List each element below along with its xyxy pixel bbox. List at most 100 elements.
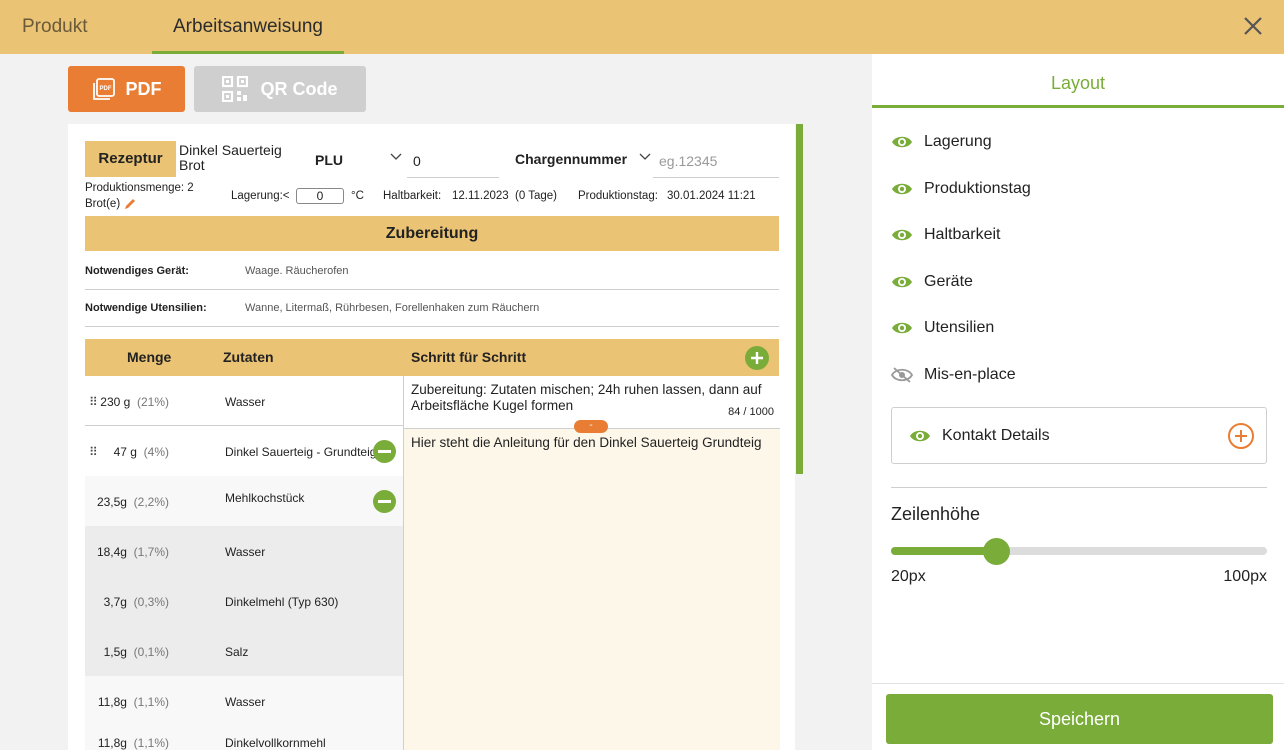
plu-label[interactable]: PLU bbox=[315, 152, 343, 168]
layout-option-kontakt-details[interactable]: Kontakt Details bbox=[909, 424, 1050, 448]
remove-ingredient-minus-icon[interactable] bbox=[373, 490, 396, 513]
contact-details-label: Kontakt Details bbox=[942, 427, 1050, 444]
layout-panel: Layout Lagerung Produktionstag Haltbarke… bbox=[872, 54, 1284, 750]
ingredient-row[interactable]: 18,4g (1,7%) Wasser bbox=[85, 526, 403, 576]
ingredient-pct: (1,1%) bbox=[133, 736, 169, 750]
schritt-header: Schritt für Schritt bbox=[411, 349, 527, 365]
ingredient-qty: 230 g bbox=[100, 395, 131, 409]
ingredient-qty: 1,5g bbox=[103, 645, 127, 659]
layout-option-label: Haltbarkeit bbox=[924, 226, 1001, 243]
eye-icon[interactable] bbox=[891, 181, 913, 197]
haltbarkeit-days: (0 Tage) bbox=[515, 190, 557, 202]
ingredient-row[interactable]: 11,8g (1,1%) Wasser bbox=[85, 676, 403, 726]
charge-underline bbox=[653, 177, 779, 178]
drag-handle-icon[interactable]: ⠿ bbox=[89, 395, 98, 409]
ingredient-qty: 11,8g bbox=[97, 695, 127, 709]
top-tab-bar: Produkt Pass Arbeitsanweisung bbox=[0, 0, 1284, 91]
eye-off-icon[interactable] bbox=[891, 367, 913, 383]
plu-value[interactable]: 0 bbox=[413, 153, 421, 169]
ingredient-row[interactable]: 11,8g (1,1%) Dinkelvollkornmehl bbox=[85, 726, 403, 750]
ingredients-list: ⠿ 230 g (21%) Wasser ⠿ 47 g (4%) Dinkel … bbox=[85, 376, 403, 750]
layout-option-mis-en-place[interactable]: Mis-en-place bbox=[891, 363, 1016, 387]
contact-details-box: Kontakt Details bbox=[891, 407, 1267, 464]
slider-handle[interactable] bbox=[982, 538, 1010, 565]
step-text[interactable]: Zubereitung: Zutaten mischen; 24h ruhen … bbox=[411, 382, 776, 414]
lagerung-input[interactable]: 0 bbox=[296, 188, 344, 204]
pdf-button[interactable]: PDF PDF bbox=[68, 66, 185, 112]
geraet-label: Notwendiges Gerät: bbox=[85, 265, 189, 277]
add-circle-icon[interactable] bbox=[1227, 422, 1255, 450]
ingredient-row[interactable]: ⠿ 230 g (21%) Wasser bbox=[85, 376, 403, 426]
step-char-count: 84 / 1000 bbox=[728, 406, 774, 418]
eye-icon[interactable] bbox=[891, 134, 913, 150]
chargennummer-label[interactable]: Chargennummer bbox=[515, 151, 627, 167]
eye-icon[interactable] bbox=[891, 274, 913, 290]
ingredient-qty: 23,5g bbox=[96, 495, 127, 509]
chevron-down-icon[interactable] bbox=[639, 152, 651, 162]
qr-code-button[interactable]: QR Code bbox=[194, 66, 366, 112]
layout-option-label: Geräte bbox=[924, 273, 973, 290]
zubereitung-header: Zubereitung bbox=[85, 216, 779, 251]
produktionsmenge: Produktionsmenge: 2 bbox=[85, 182, 194, 194]
layout-option-label: Lagerung bbox=[924, 133, 992, 150]
slider-max-label: 100px bbox=[1223, 568, 1267, 585]
eye-icon[interactable] bbox=[909, 428, 931, 444]
tab-arbeitsanweisung[interactable]: Arbeitsanweisung bbox=[152, 0, 344, 54]
ingredient-name: Dinkelvollkornmehl bbox=[225, 736, 326, 750]
utensilien-label: Notwendige Utensilien: bbox=[85, 302, 207, 314]
ingredient-qty: 18,4g bbox=[96, 545, 127, 559]
zeilenhoehe-slider[interactable] bbox=[891, 538, 1267, 565]
scrollbar[interactable] bbox=[796, 124, 803, 474]
ingredient-name: Mehlkochstück bbox=[225, 491, 305, 505]
remove-ingredient-minus-icon[interactable] bbox=[373, 440, 396, 463]
ingredient-row[interactable]: 1,5g (0,1%) Salz bbox=[85, 626, 403, 676]
step-text[interactable]: Hier steht die Anleitung für den Dinkel … bbox=[411, 435, 776, 451]
ingredient-row[interactable]: 23,5g (2,2%) Mehlkochstück bbox=[85, 476, 403, 526]
layout-option-geraete[interactable]: Geräte bbox=[891, 270, 973, 294]
layout-title: Layout bbox=[1050, 73, 1106, 93]
ingredient-name: Wasser bbox=[225, 395, 266, 409]
qr-code-button-label: QR Code bbox=[260, 78, 338, 99]
lagerung-unit: °C bbox=[351, 190, 364, 202]
layout-option-label: Produktionstag bbox=[924, 180, 1031, 197]
eye-icon[interactable] bbox=[891, 320, 913, 336]
chargennummer-input[interactable]: eg.12345 bbox=[659, 153, 717, 169]
layout-option-utensilien[interactable]: Utensilien bbox=[891, 316, 994, 340]
ingredient-name: Wasser bbox=[225, 695, 266, 709]
ingredient-pct: (4%) bbox=[143, 445, 169, 459]
produktionsmenge-unit: Brot(e) bbox=[85, 198, 121, 210]
recipe-name: Dinkel Sauerteig Brot bbox=[179, 142, 282, 173]
add-step-plus-icon[interactable] bbox=[745, 346, 769, 370]
eye-icon[interactable] bbox=[891, 227, 913, 243]
recipe-document: Rezeptur Dinkel Sauerteig Brot PLU 0 Cha… bbox=[68, 124, 795, 750]
ingredient-name: Wasser bbox=[225, 545, 266, 559]
layout-option-haltbarkeit[interactable]: Haltbarkeit bbox=[891, 223, 1000, 247]
produktionstag-label: Produktionstag: bbox=[578, 190, 658, 202]
collapse-step-button[interactable]: - bbox=[574, 420, 608, 433]
ingredient-name: Dinkelmehl (Typ 630) bbox=[225, 595, 339, 609]
ingredient-pct: (2,2%) bbox=[133, 495, 169, 509]
save-button[interactable]: Speichern bbox=[886, 694, 1273, 744]
steps-column: Zubereitung: Zutaten mischen; 24h ruhen … bbox=[403, 376, 780, 750]
slider-min-label: 20px bbox=[891, 568, 926, 585]
ingredient-qty: 47 g bbox=[113, 445, 137, 459]
layout-option-lagerung[interactable]: Lagerung bbox=[891, 130, 992, 154]
chevron-down-icon[interactable] bbox=[390, 152, 402, 162]
divider bbox=[891, 487, 1267, 488]
edit-pencil-icon[interactable] bbox=[123, 197, 137, 211]
ingredient-qty: 3,7g bbox=[103, 595, 127, 609]
pdf-button-label: PDF bbox=[125, 78, 162, 99]
ingredient-pct: (0,1%) bbox=[133, 645, 169, 659]
layout-option-produktionstag[interactable]: Produktionstag bbox=[891, 177, 1031, 201]
drag-handle-icon[interactable]: ⠿ bbox=[89, 445, 98, 459]
ingredient-row[interactable]: ⠿ 47 g (4%) Dinkel Sauerteig - Grundteig bbox=[85, 426, 403, 476]
ingredient-pct: (1,1%) bbox=[133, 695, 169, 709]
zeilenhoehe-label: Zeilenhöhe bbox=[891, 504, 981, 524]
ingredient-pct: (21%) bbox=[136, 395, 169, 409]
ingredient-qty: 11,8g bbox=[97, 736, 127, 750]
ingredient-row[interactable]: 3,7g (0,3%) Dinkelmehl (Typ 630) bbox=[85, 576, 403, 626]
step-item[interactable]: Hier steht die Anleitung für den Dinkel … bbox=[404, 428, 780, 750]
close-icon[interactable] bbox=[1240, 13, 1266, 39]
ingredient-pct: (1,7%) bbox=[133, 545, 169, 559]
tab-produkt-pass[interactable]: Produkt Pass bbox=[22, 0, 132, 91]
